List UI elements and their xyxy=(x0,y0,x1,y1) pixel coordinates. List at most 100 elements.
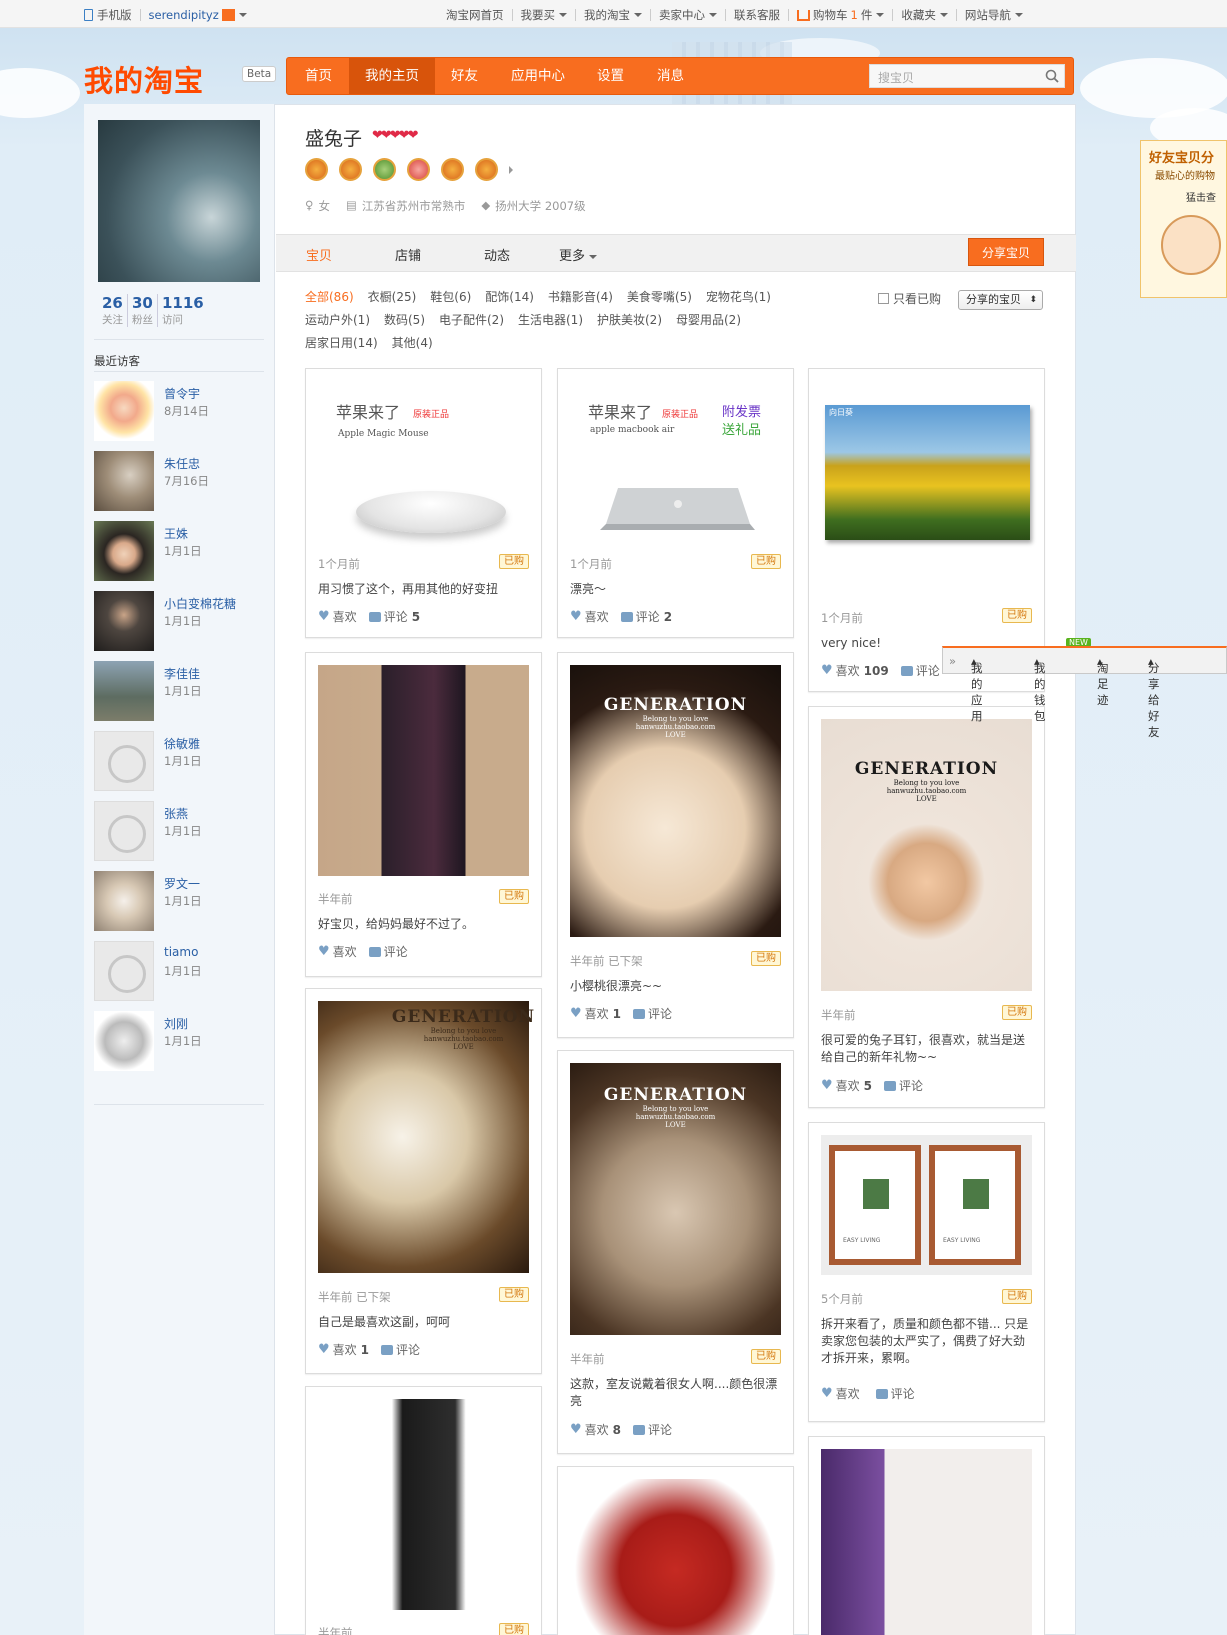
item-image[interactable]: 苹果来了 原装正品 Apple Magic Mouse xyxy=(318,381,529,541)
visitor-name[interactable]: 小白变棉花糖 xyxy=(164,595,236,612)
visitor-name[interactable]: 徐敏雅 xyxy=(164,735,200,752)
filter-item[interactable]: 运动户外(1) xyxy=(305,309,370,332)
heart-icon[interactable]: ♥ xyxy=(821,1386,833,1401)
item-card[interactable]: 苹果来了 原装正品 附发票 送礼品 apple macbook air 1个月前… xyxy=(557,368,794,638)
item-card[interactable]: 苹果来了 原装正品 Apple Magic Mouse 1个月前 已购 用习惯了… xyxy=(305,368,542,638)
stat-following[interactable]: 26 关注 xyxy=(98,294,128,327)
nav-messages[interactable]: 消息 xyxy=(641,58,700,94)
badge-icon[interactable] xyxy=(305,158,328,181)
contact-service-link[interactable]: 联系客服 xyxy=(734,7,780,23)
like-button[interactable]: 喜欢 xyxy=(585,608,609,625)
filter-item[interactable]: 居家日用(14) xyxy=(305,332,378,355)
filter-item[interactable]: 护肤美妆(2) xyxy=(597,309,662,332)
item-image[interactable] xyxy=(570,1479,781,1635)
taobao-home-link[interactable]: 淘宝网首页 xyxy=(446,7,504,23)
share-item-button[interactable]: 分享宝贝 xyxy=(968,238,1044,266)
comment-icon[interactable] xyxy=(900,665,913,676)
comment-button[interactable]: 评论 xyxy=(384,608,408,625)
comment-icon[interactable] xyxy=(381,1344,394,1355)
avatar[interactable] xyxy=(94,451,154,511)
comment-icon[interactable] xyxy=(633,1008,646,1019)
visitor-item[interactable]: 小白变棉花糖 1月1日 xyxy=(94,591,264,651)
badge-icon[interactable] xyxy=(339,158,362,181)
visitor-name[interactable]: 李佳佳 xyxy=(164,665,200,682)
like-button[interactable]: 喜欢 xyxy=(585,1421,609,1438)
item-card[interactable]: GENERATION Belong to you love hanwuzhu.tao… xyxy=(557,1050,794,1454)
visitor-name[interactable]: 刘刚 xyxy=(164,1015,188,1032)
tab-shops[interactable]: 店铺 xyxy=(395,245,421,264)
item-card[interactable]: 半年前 已购 好宝贝，给妈妈最好不过了。 ♥ 喜欢 评论 xyxy=(305,652,542,977)
comment-icon[interactable] xyxy=(633,1424,646,1435)
tab-more[interactable]: 更多 xyxy=(559,245,598,264)
item-card[interactable]: GENERATION Belong to you love hanwuzhu.tao… xyxy=(305,988,542,1374)
item-image[interactable] xyxy=(318,665,529,876)
badge-icon[interactable] xyxy=(441,158,464,181)
like-button[interactable]: 喜欢 xyxy=(333,608,357,625)
like-button[interactable]: 喜欢 xyxy=(585,1005,609,1022)
filter-item[interactable]: 其他(4) xyxy=(392,332,433,355)
badge-icon[interactable] xyxy=(407,158,430,181)
item-card[interactable] xyxy=(808,1436,1045,1635)
item-image[interactable]: GENERATION Belong to you love hanwuzhu.tao… xyxy=(318,1001,534,1273)
default-avatar-icon[interactable] xyxy=(94,731,154,791)
filter-item[interactable]: 鞋包(6) xyxy=(430,286,471,309)
toolbar-wallet[interactable]: 我的钱包 ▴ xyxy=(1034,654,1046,723)
default-avatar-icon[interactable] xyxy=(94,941,154,1001)
cart-link[interactable]: 购物车 xyxy=(813,7,848,23)
nav-home[interactable]: 首页 xyxy=(289,58,348,94)
comment-button[interactable]: 评论 xyxy=(891,1385,915,1402)
like-button[interactable]: 喜欢 xyxy=(333,943,357,960)
comment-button[interactable]: 评论 xyxy=(648,1005,672,1022)
like-button[interactable]: 喜欢 xyxy=(836,1077,860,1094)
chevron-right-icon[interactable] xyxy=(509,166,513,174)
heart-icon[interactable]: ♥ xyxy=(821,663,833,678)
visitor-item[interactable]: 李佳佳 1月1日 xyxy=(94,661,264,721)
item-image[interactable]: GENERATION Belong to you love hanwuzhu.tao… xyxy=(570,1063,781,1335)
like-button[interactable]: 喜欢 xyxy=(333,1341,357,1358)
visitor-name[interactable]: 朱任忠 xyxy=(164,455,200,472)
comment-button[interactable]: 评论 xyxy=(899,1077,923,1094)
item-image[interactable]: 苹果来了 原装正品 附发票 送礼品 apple macbook air xyxy=(570,381,781,541)
tab-items[interactable]: 宝贝 xyxy=(306,245,332,264)
visitor-name[interactable]: 王姝 xyxy=(164,525,188,542)
visitor-item[interactable]: 张燕 1月1日 xyxy=(94,801,264,861)
visitor-item[interactable]: 徐敏雅 1月1日 xyxy=(94,731,264,791)
heart-icon[interactable]: ♥ xyxy=(821,1078,833,1093)
visitor-name[interactable]: 曾令宇 xyxy=(164,385,200,402)
heart-icon[interactable]: ♥ xyxy=(570,609,582,624)
seller-center-menu[interactable]: 卖家中心 xyxy=(659,7,705,23)
visitor-item[interactable]: 曾令宇 8月14日 xyxy=(94,381,264,441)
stat-fans[interactable]: 30 粉丝 xyxy=(128,294,158,327)
filter-item[interactable]: 母婴用品(2) xyxy=(676,309,741,332)
visitor-item[interactable]: 刘刚 1月1日 xyxy=(94,1011,264,1071)
visitor-name[interactable]: 罗文一 xyxy=(164,875,200,892)
comment-button[interactable]: 评论 xyxy=(916,662,940,679)
heart-icon[interactable]: ♥ xyxy=(318,944,330,959)
avatar[interactable] xyxy=(94,661,154,721)
site-nav-menu[interactable]: 网站导航 xyxy=(965,7,1011,23)
comment-icon[interactable] xyxy=(884,1080,897,1091)
badge-icon[interactable] xyxy=(373,158,396,181)
like-button[interactable]: 喜欢 xyxy=(836,1385,860,1402)
sort-select[interactable]: 分享的宝贝 ⬍ xyxy=(958,290,1043,310)
ad-cta[interactable]: 猛击查 xyxy=(1186,189,1216,204)
visitor-item[interactable]: 罗文一 1月1日 xyxy=(94,871,264,931)
comment-button[interactable]: 评论 xyxy=(384,943,408,960)
tab-activity[interactable]: 动态 xyxy=(484,245,510,264)
item-card[interactable]: EASY LIVING EASY LIVING 5个月前 已购 拆开来看了，质量… xyxy=(808,1122,1045,1422)
logo[interactable]: 我的淘宝 xyxy=(84,58,204,100)
visitor-item[interactable]: tiamo 1月1日 xyxy=(94,941,264,1001)
user-link[interactable]: serendipityz xyxy=(149,8,219,22)
heart-icon[interactable]: ♥ xyxy=(570,1422,582,1437)
visitor-name[interactable]: tiamo xyxy=(164,945,198,959)
filter-item[interactable]: 美食零嘴(5) xyxy=(627,286,692,309)
filter-item[interactable]: 电子配件(2) xyxy=(439,309,504,332)
search-icon[interactable] xyxy=(1045,69,1059,83)
comment-icon[interactable] xyxy=(368,946,381,957)
filter-item[interactable]: 生活电器(1) xyxy=(518,309,583,332)
toolbar-my-apps[interactable]: 我的应用 ▴ xyxy=(971,654,983,723)
comment-icon[interactable] xyxy=(620,611,633,622)
comment-button[interactable]: 评论 xyxy=(636,608,660,625)
comment-icon[interactable] xyxy=(875,1388,888,1399)
toolbar-share-friends[interactable]: 分享给好友 ▴ xyxy=(1148,654,1160,739)
